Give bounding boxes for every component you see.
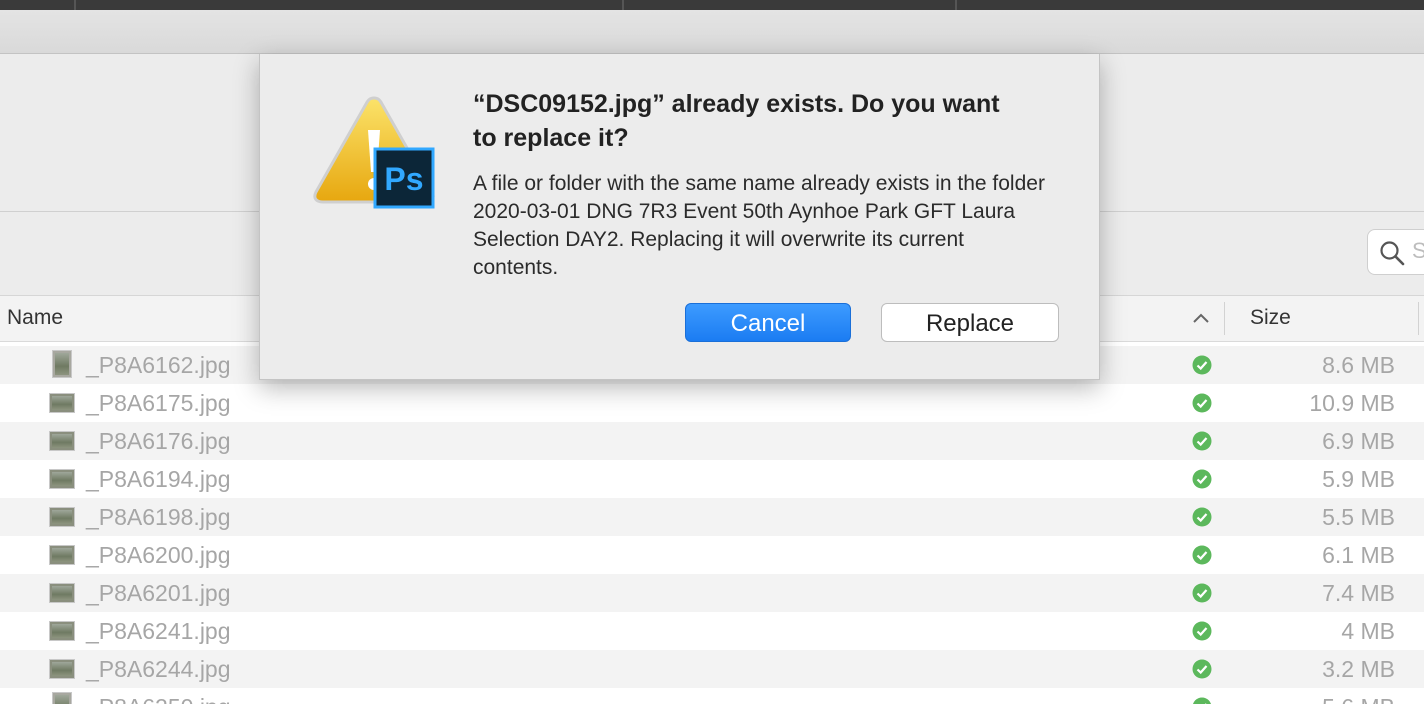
file-size: 7.4 MB <box>1322 580 1395 606</box>
file-size: 10.9 MB <box>1309 390 1395 416</box>
image-thumbnail-icon <box>52 350 72 378</box>
check-circle-icon <box>1192 697 1212 704</box>
check-circle-icon <box>1192 469 1212 489</box>
cancel-button[interactable]: Cancel <box>685 303 851 342</box>
dialog-message: A file or folder with the same name alre… <box>473 172 1045 279</box>
file-size: 3.2 MB <box>1322 656 1395 682</box>
check-circle-icon <box>1192 583 1212 603</box>
file-row[interactable]: _P8A6198.jpg 5.5 MB <box>0 498 1424 536</box>
file-row[interactable]: _P8A6250.jpg 5.6 MB <box>0 688 1424 704</box>
file-name: _P8A6250.jpg <box>86 694 231 704</box>
check-circle-icon <box>1192 393 1212 413</box>
column-header-name[interactable]: Name <box>7 306 63 330</box>
file-name: _P8A6200.jpg <box>86 542 231 568</box>
file-name: _P8A6241.jpg <box>86 618 231 644</box>
file-name: _P8A6194.jpg <box>86 466 231 492</box>
replace-button[interactable]: Replace <box>881 303 1059 342</box>
file-size: 5.6 MB <box>1322 694 1395 704</box>
file-row[interactable]: _P8A6200.jpg 6.1 MB <box>0 536 1424 574</box>
file-size: 5.9 MB <box>1322 466 1395 492</box>
chevron-up-icon[interactable] <box>1191 310 1211 326</box>
image-thumbnail-icon <box>52 692 72 704</box>
file-name: _P8A6201.jpg <box>86 580 231 606</box>
image-thumbnail-icon <box>49 583 75 603</box>
check-circle-icon <box>1192 621 1212 641</box>
dialog-title: “DSC09152.jpg” already exists. Do you wa… <box>473 90 1000 152</box>
window-titlebar <box>0 10 1424 54</box>
finder-window: S Name Size _P8A6162.jpg 8.6 MB _P8A6175… <box>0 0 1424 704</box>
file-list: _P8A6162.jpg 8.6 MB _P8A6175.jpg 10.9 MB… <box>0 346 1424 704</box>
column-header-size[interactable]: Size <box>1250 306 1291 330</box>
column-divider[interactable] <box>1418 302 1419 335</box>
file-name: _P8A6175.jpg <box>86 390 231 416</box>
check-circle-icon <box>1192 355 1212 375</box>
search-icon <box>1380 241 1405 266</box>
search-field[interactable]: S <box>1367 229 1424 275</box>
file-size: 6.1 MB <box>1322 542 1395 568</box>
check-circle-icon <box>1192 545 1212 565</box>
image-thumbnail-icon <box>49 507 75 527</box>
column-divider[interactable] <box>1224 302 1225 335</box>
image-thumbnail-icon <box>49 469 75 489</box>
replace-file-dialog: Ps “DSC09152.jpg” already exists. Do you… <box>259 54 1100 380</box>
image-thumbnail-icon <box>49 659 75 679</box>
file-name: _P8A6198.jpg <box>86 504 231 530</box>
check-circle-icon <box>1192 659 1212 679</box>
file-row[interactable]: _P8A6241.jpg 4 MB <box>0 612 1424 650</box>
file-name: _P8A6244.jpg <box>86 656 231 682</box>
search-input[interactable]: S <box>1412 238 1424 264</box>
strip-divider <box>74 0 76 10</box>
file-size: 4 MB <box>1341 618 1395 644</box>
file-size: 6.9 MB <box>1322 428 1395 454</box>
file-size: 8.6 MB <box>1322 352 1395 378</box>
file-size: 5.5 MB <box>1322 504 1395 530</box>
image-thumbnail-icon <box>49 431 75 451</box>
image-thumbnail-icon <box>49 545 75 565</box>
file-name: _P8A6162.jpg <box>86 352 231 378</box>
file-row[interactable]: _P8A6244.jpg 3.2 MB <box>0 650 1424 688</box>
file-name: _P8A6176.jpg <box>86 428 231 454</box>
window-top-strip <box>0 0 1424 10</box>
image-thumbnail-icon <box>49 621 75 641</box>
file-row[interactable]: _P8A6175.jpg 10.9 MB <box>0 384 1424 422</box>
file-row[interactable]: _P8A6176.jpg 6.9 MB <box>0 422 1424 460</box>
warning-icon: Ps <box>313 96 435 209</box>
image-thumbnail-icon <box>49 393 75 413</box>
file-row[interactable]: _P8A6194.jpg 5.9 MB <box>0 460 1424 498</box>
check-circle-icon <box>1192 507 1212 527</box>
strip-divider <box>622 0 624 10</box>
check-circle-icon <box>1192 431 1212 451</box>
file-row[interactable]: _P8A6201.jpg 7.4 MB <box>0 574 1424 612</box>
strip-divider <box>955 0 957 10</box>
photoshop-badge-label: Ps <box>384 161 423 197</box>
